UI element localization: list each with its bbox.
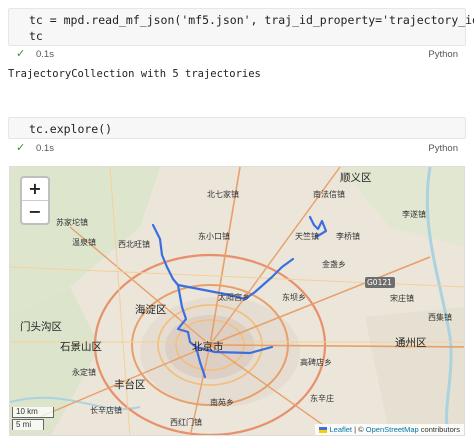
map-label: 天竺镇: [295, 232, 319, 241]
map-label: 高碑店乡: [300, 358, 332, 367]
check-icon: ✓: [16, 142, 26, 154]
execution-time: 0.1s: [36, 49, 54, 60]
check-icon: ✓: [16, 48, 26, 60]
zoom-out-button[interactable]: −: [22, 200, 48, 223]
osm-link[interactable]: OpenStreetMap: [366, 425, 419, 434]
map-label: 顺义区: [340, 172, 372, 184]
map-label: 苏家坨镇: [56, 218, 88, 227]
language-label[interactable]: Python: [428, 49, 458, 60]
code-line[interactable]: tc = mpd.read_mf_json('mf5.json', traj_i…: [9, 9, 474, 28]
map-label: 南苑乡: [210, 398, 234, 407]
map-label: 北京市: [192, 341, 224, 353]
attribution-text: contributors: [418, 425, 460, 434]
map-label: 西集镇: [428, 313, 452, 322]
map-label: 李桥镇: [336, 232, 360, 241]
map-label: 通州区: [395, 337, 427, 349]
cell-status-1: ✓ 0.1s Python: [8, 46, 466, 64]
execution-time: 0.1s: [36, 143, 54, 154]
code-line[interactable]: tc.explore(): [9, 118, 465, 137]
ukraine-flag-icon: [319, 427, 328, 434]
map-label: 东坝乡: [282, 293, 306, 302]
scale-km: 10 km: [12, 407, 54, 418]
code-line[interactable]: tc: [9, 28, 465, 44]
map-label: 太阳宫乡: [218, 293, 250, 302]
map-label: 东辛庄: [310, 394, 334, 403]
attribution-separator: | ©: [352, 425, 366, 434]
cell-output: TrajectoryCollection with 5 trajectories: [8, 68, 261, 80]
map-label: 李遂镇: [402, 210, 426, 219]
map-view[interactable]: 顺义区 南法信镇 北七家镇 苏家坨镇 温泉镇 西北旺镇 东小口镇 天竺镇 李桥镇…: [9, 166, 465, 436]
attribution: Leaflet | © OpenStreetMap contributors: [315, 424, 464, 435]
zoom-control: + −: [20, 176, 50, 225]
map-label: 丰台区: [114, 379, 146, 391]
code-cell-2[interactable]: tc.explore(): [8, 117, 466, 139]
trajectory-3: [176, 283, 207, 379]
map-label: G0121: [367, 278, 392, 287]
map-label: 南法信镇: [313, 190, 345, 199]
map-label: 东小口镇: [198, 232, 230, 241]
scale-mi: 5 mi: [12, 419, 44, 430]
scale-control: 10 km 5 mi: [12, 407, 54, 431]
code-cell-1[interactable]: tc = mpd.read_mf_json('mf5.json', traj_i…: [8, 8, 474, 46]
language-label[interactable]: Python: [428, 143, 458, 154]
leaflet-link[interactable]: Leaflet: [330, 425, 353, 434]
map-label: 长辛店镇: [90, 406, 122, 415]
cell-status-2: ✓ 0.1s Python: [8, 140, 466, 158]
map-label: 门头沟区: [20, 321, 62, 333]
zoom-in-button[interactable]: +: [22, 178, 48, 200]
map-label: 温泉镇: [72, 238, 96, 247]
map-label: 西红门镇: [170, 418, 202, 427]
map-label: 金盏乡: [322, 260, 346, 269]
map-label: 北七家镇: [207, 190, 239, 199]
map-label: 西北旺镇: [118, 240, 150, 249]
map-label: 海淀区: [135, 304, 167, 316]
map-label: 永定镇: [72, 368, 96, 377]
map-label: 石景山区: [60, 341, 102, 353]
map-label: 宋庄镇: [390, 294, 414, 303]
